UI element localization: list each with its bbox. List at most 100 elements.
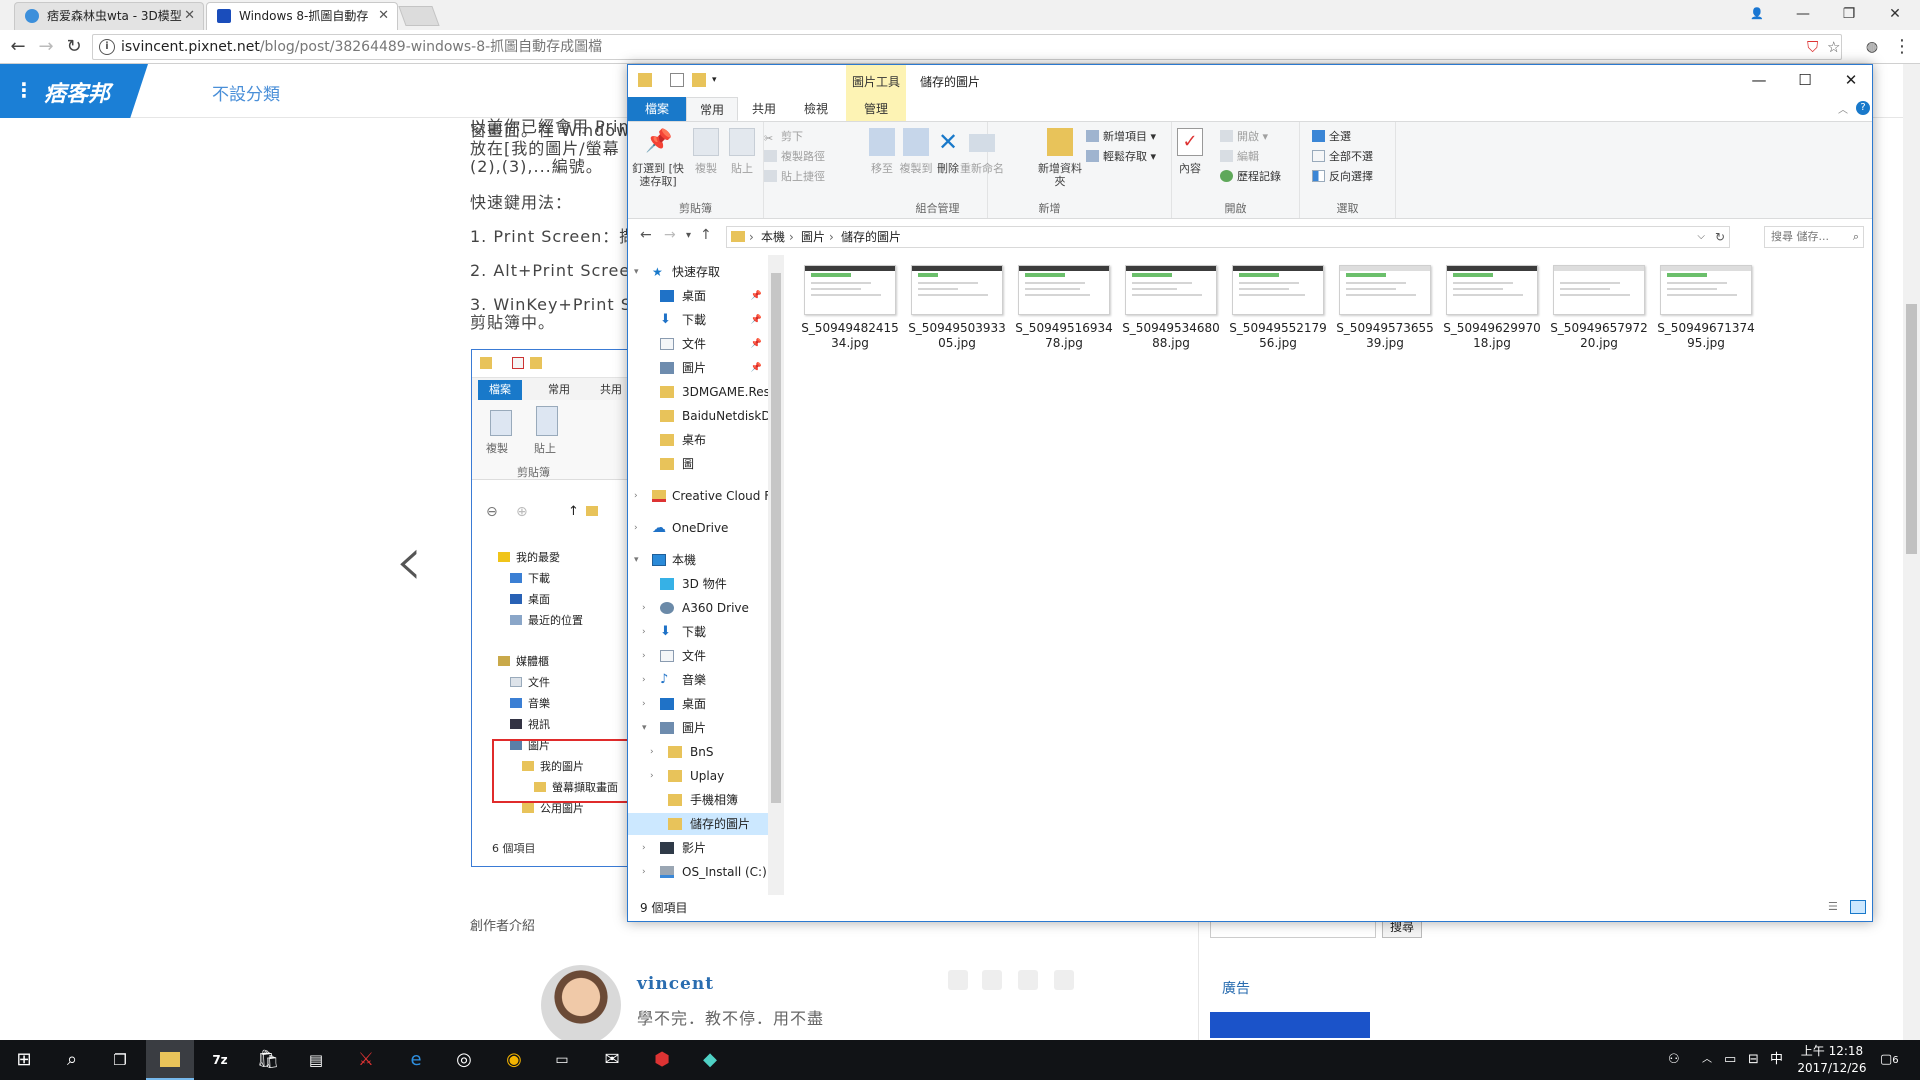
page-scrollbar[interactable] [1903, 64, 1920, 1040]
youtube-icon[interactable] [1018, 970, 1038, 990]
file-item[interactable]: S_50949503933 05.jpg [905, 265, 1009, 351]
edge-browser-icon[interactable]: e [392, 1040, 440, 1080]
chevron-down-icon[interactable]: ⌵ [1697, 227, 1705, 247]
calculator-icon[interactable]: ▤ [292, 1040, 340, 1080]
pin-quick-access-button[interactable]: 📌 釘選到 [快速存取] [632, 128, 684, 188]
back-arrow-icon[interactable]: ← [640, 227, 652, 243]
new-folder-icon[interactable] [692, 73, 706, 87]
file-item[interactable]: S_50949534680 88.jpg [1119, 265, 1223, 351]
address-bar[interactable]: i isvincent.pixnet.net/blog/post/3826448… [92, 34, 1842, 60]
details-view-icon[interactable]: ☰ [1828, 900, 1842, 914]
nav-item-bns[interactable]: › BnS [628, 741, 768, 763]
open-button[interactable]: 開啟 ▾ [1220, 128, 1268, 146]
network-icon[interactable]: ⊟ [1748, 1040, 1759, 1080]
chevron-down-icon[interactable]: ▾ [712, 73, 726, 87]
nav-item-downloads[interactable]: › ⬇ 下載 [628, 621, 768, 643]
paste-button[interactable]: 貼上 [720, 128, 764, 175]
tab-file[interactable]: 檔案 [628, 97, 686, 121]
instagram-icon[interactable] [1054, 970, 1074, 990]
tab-close-icon[interactable]: ✕ [184, 3, 195, 29]
browser-tab-2[interactable]: Windows 8-抓圖自動存 ✕ [206, 2, 398, 30]
extension-icon[interactable]: ⛉ [1807, 38, 1818, 56]
up-arrow-icon[interactable]: ↑ [700, 227, 712, 243]
user-icon[interactable]: 👤 [1734, 0, 1780, 28]
nav-item-desktop-pinned[interactable]: 桌面 📌 [628, 285, 768, 307]
groove-music-icon[interactable]: ◎ [440, 1040, 488, 1080]
nav-item-phone-album[interactable]: 手機相簿 [628, 789, 768, 811]
facebook-icon[interactable] [948, 970, 968, 990]
nav-item-a360-drive[interactable]: › A360 Drive [628, 597, 768, 619]
clock[interactable]: 上午 12:18 2017/12/26 [1796, 1043, 1868, 1077]
task-view-icon[interactable]: ❐ [96, 1040, 144, 1080]
nav-item-folder[interactable]: 桌布 [628, 429, 768, 451]
file-item[interactable]: S_50949629970 18.jpg [1440, 265, 1544, 351]
file-item[interactable]: S_50949671374 95.jpg [1654, 265, 1758, 351]
file-item[interactable]: S_50949516934 78.jpg [1012, 265, 1116, 351]
cut-button[interactable]: ✂ 剪下 [764, 128, 803, 146]
7zip-icon[interactable]: 7z [196, 1040, 244, 1080]
recent-locations-chevron-icon[interactable]: ▾ [686, 230, 691, 241]
breadcrumb-item[interactable]: 圖片 [801, 227, 825, 247]
chevron-right-icon[interactable]: › [642, 645, 654, 667]
chevron-right-icon[interactable]: › [650, 765, 662, 787]
rename-button[interactable]: 重新命名 [954, 128, 1010, 175]
nav-item-pictures[interactable]: ▾ 圖片 [628, 717, 768, 739]
nav-item-downloads-pinned[interactable]: ⬇ 下載 📌 [628, 309, 768, 331]
explorer-search-input[interactable]: 搜尋 儲存... ⌕ [1764, 226, 1864, 248]
properties-icon[interactable] [670, 73, 684, 87]
file-explorer-icon[interactable] [146, 1040, 194, 1080]
breadcrumb-item[interactable]: 儲存的圖片 [841, 227, 901, 247]
minimize-button[interactable]: — [1780, 0, 1826, 28]
nav-item-music[interactable]: › ♪ 音樂 [628, 669, 768, 691]
author-name[interactable]: vincent [637, 974, 714, 994]
chevron-down-icon[interactable]: ▾ [634, 549, 646, 571]
refresh-icon[interactable]: ↻ [1715, 227, 1725, 247]
file-item[interactable]: S_50949573655 39.jpg [1333, 265, 1437, 351]
chevron-right-icon[interactable]: › [642, 669, 654, 691]
close-button[interactable]: ✕ [1872, 0, 1918, 28]
browser-tab-1[interactable]: 痞爱森林虫wta - 3D模型 ✕ [14, 2, 204, 30]
file-item[interactable]: S_50949552179 56.jpg [1226, 265, 1330, 351]
chevron-right-icon[interactable]: › [642, 621, 654, 643]
site-logo[interactable]: ⋮ 痞客邦 [0, 64, 148, 118]
reload-icon[interactable]: ↻ [62, 35, 86, 59]
nav-item-documents-pinned[interactable]: 文件 📌 [628, 333, 768, 355]
minimize-button[interactable]: — [1736, 65, 1782, 97]
app-icon[interactable]: ◆ [686, 1040, 734, 1080]
page-scrollbar-thumb[interactable] [1906, 304, 1917, 554]
select-all-button[interactable]: 全選 [1312, 128, 1351, 146]
avatar[interactable] [541, 965, 621, 1045]
info-icon[interactable]: i [99, 39, 115, 55]
forward-arrow-icon[interactable]: → [664, 227, 676, 243]
nav-scrollbar[interactable] [768, 255, 784, 895]
breadcrumb-separator[interactable]: › [789, 227, 794, 247]
ad-banner[interactable] [1210, 1012, 1370, 1038]
forward-arrow-icon[interactable]: → [34, 35, 58, 59]
tab-view[interactable]: 檢視 [790, 97, 842, 121]
mail-icon[interactable]: ✉ [588, 1040, 636, 1080]
category-link[interactable]: 不設分類 [212, 80, 280, 105]
nav-scrollbar-thumb[interactable] [771, 273, 781, 803]
chevron-right-icon[interactable]: › [642, 837, 654, 859]
chrome-browser-icon[interactable]: ◉ [490, 1040, 538, 1080]
nav-item-c-drive[interactable]: › OS_Install (C:) [628, 861, 768, 883]
help-icon[interactable]: ? [1856, 101, 1870, 115]
chevron-right-icon[interactable]: › [650, 741, 662, 763]
easy-access-button[interactable]: 輕鬆存取 ▾ [1086, 148, 1156, 166]
battery-icon[interactable]: ▭ [1724, 1040, 1736, 1080]
edit-button[interactable]: 編輯 [1220, 148, 1259, 166]
nav-item-folder[interactable]: 圖 [628, 453, 768, 475]
nav-item-creative-cloud[interactable]: › Creative Cloud Fi [628, 485, 768, 507]
chevron-right-icon[interactable]: › [634, 517, 646, 539]
start-windows-icon[interactable]: ⊞ [0, 1040, 48, 1080]
collapse-ribbon-icon[interactable]: ︿ [1838, 101, 1848, 116]
maximize-button[interactable]: ☐ [1782, 65, 1828, 97]
mail-icon[interactable] [982, 970, 1002, 990]
chevron-right-icon[interactable]: › [634, 485, 646, 507]
people-icon[interactable]: ⚇ [1668, 1040, 1680, 1080]
nav-item-uplay[interactable]: › Uplay [628, 765, 768, 787]
nav-item-quick-access[interactable]: ▾ ★ 快速存取 [628, 261, 768, 283]
breadcrumb[interactable]: › 本機 › 圖片 › 儲存的圖片 ⌵ ↻ [726, 226, 1730, 248]
file-item[interactable]: S_50949482415 34.jpg [798, 265, 902, 351]
restore-button[interactable]: ❐ [1826, 0, 1872, 28]
